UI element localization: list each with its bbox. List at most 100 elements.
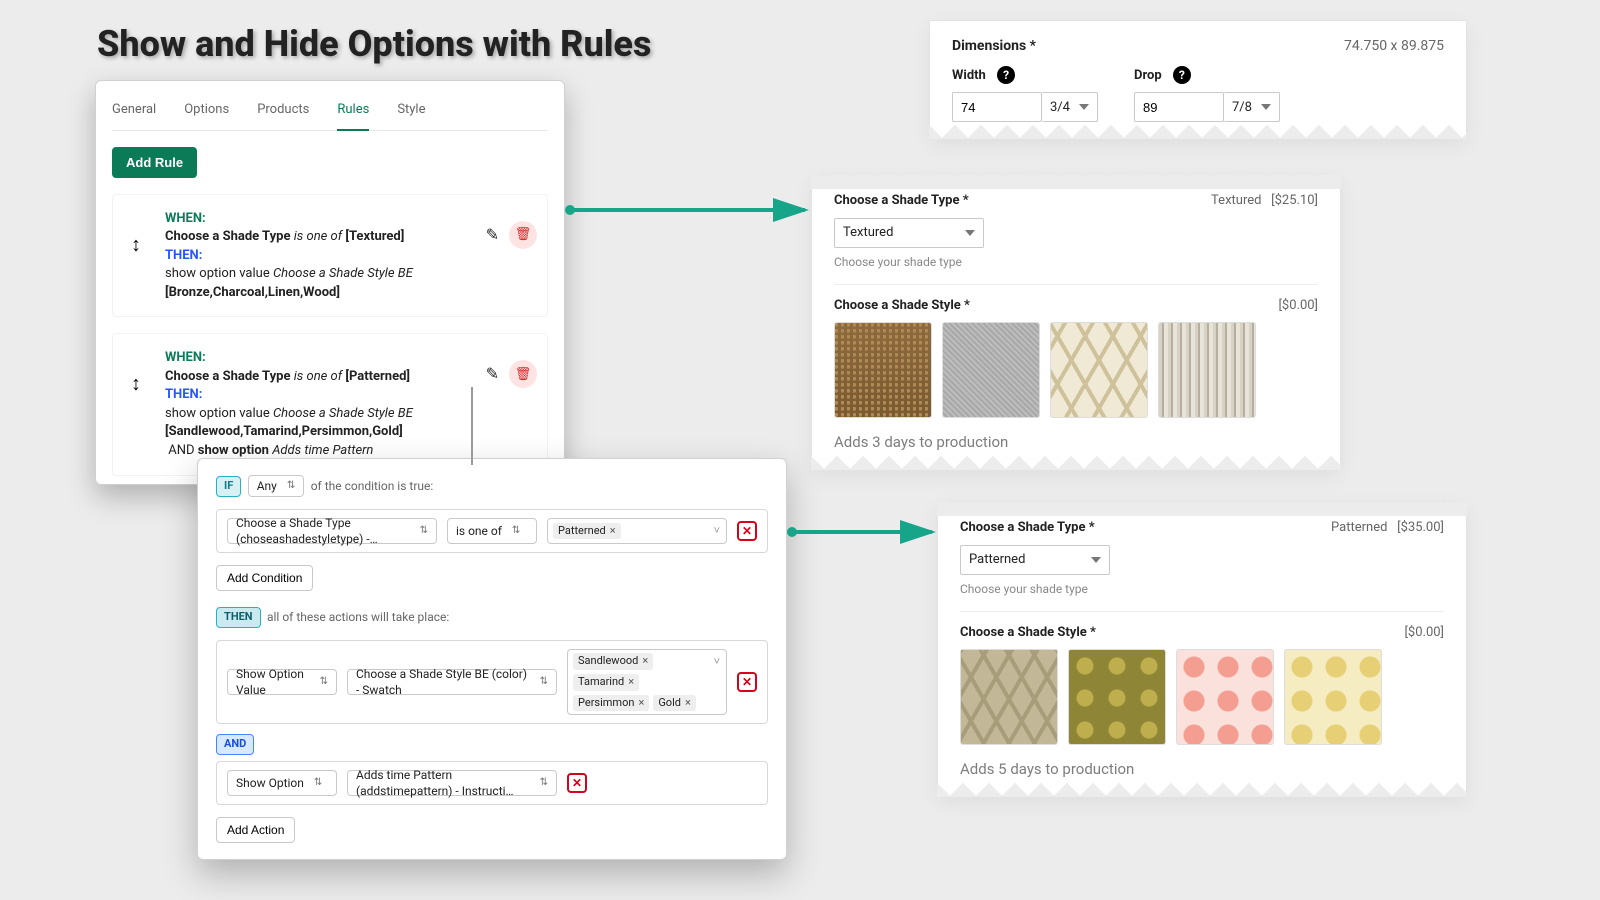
condition-value-tags[interactable]: Patterned× — [547, 518, 727, 544]
patterned-preview: Choose a Shade Type * Patterned [$35.00]… — [937, 502, 1467, 797]
tab-general[interactable]: General — [112, 97, 156, 130]
drop-fraction-select[interactable]: 7/8 — [1224, 92, 1280, 122]
then-label: THEN: — [165, 386, 535, 404]
dimensions-value: 74.750 x 89.875 — [1344, 37, 1444, 56]
textured-preview: Choose a Shade Type * Textured [$25.10] … — [811, 175, 1341, 470]
shade-type-summary: Patterned [$35.00] — [1331, 519, 1444, 537]
then-values: [Bronze,Charcoal,Linen,Wood] — [165, 284, 535, 302]
tab-rules[interactable]: Rules — [337, 97, 369, 131]
rule-editor-card: IF Any of the condition is true: Choose … — [197, 458, 787, 860]
help-icon[interactable]: ? — [997, 66, 1015, 84]
tag[interactable]: Patterned× — [553, 523, 621, 540]
shade-type-title: Choose a Shade Type * — [834, 192, 969, 210]
production-note: Adds 5 days to production — [960, 759, 1444, 779]
if-pill: IF — [216, 476, 241, 497]
delete-condition-icon[interactable]: ✕ — [737, 521, 757, 541]
style-price: [$0.00] — [1404, 624, 1444, 642]
swatch[interactable] — [1158, 322, 1256, 418]
swatch[interactable] — [1050, 322, 1148, 418]
swatch[interactable] — [960, 649, 1058, 745]
shade-style-title: Choose a Shade Style * — [834, 297, 970, 315]
arrow-icon — [565, 200, 815, 220]
dimensions-title: Dimensions * — [952, 37, 1036, 56]
tag[interactable]: Sandlewood× — [573, 653, 653, 670]
action-target-select[interactable]: Choose a Shade Style BE (color) - Swatch — [347, 669, 557, 695]
add-action-button[interactable]: Add Action — [216, 817, 295, 843]
if-mode-select[interactable]: Any — [248, 475, 305, 497]
condition-op-select[interactable]: is one of — [447, 518, 537, 544]
shade-type-select[interactable]: Patterned — [960, 545, 1110, 575]
action-target-select[interactable]: Adds time Pattern (addstimepattern) - In… — [347, 770, 557, 796]
then-text: show option value Choose a Shade Style B… — [165, 405, 535, 423]
tag-remove-icon[interactable]: × — [628, 675, 634, 690]
condition-row: Choose a Shade Type (choseashadestyletyp… — [216, 509, 768, 553]
rule-card: ↕ ✎ 🗑 WHEN: Choose a Shade Type is one o… — [112, 333, 548, 475]
then-pill: THEN — [216, 607, 261, 628]
then-label: THEN: — [165, 247, 535, 265]
width-label: Width — [952, 67, 986, 85]
then-help: all of these actions will take place: — [267, 610, 449, 624]
shade-type-title: Choose a Shade Type * — [960, 519, 1095, 537]
when-text: Choose a Shade Type is one of [Textured] — [165, 228, 535, 246]
tag-remove-icon[interactable]: × — [685, 696, 691, 711]
tab-products[interactable]: Products — [257, 97, 309, 130]
help-icon[interactable]: ? — [1173, 66, 1191, 84]
tag-remove-icon[interactable]: × — [610, 524, 616, 539]
tag[interactable]: Persimmon× — [573, 695, 649, 712]
edit-icon[interactable]: ✎ — [486, 224, 499, 246]
then-text: show option value Choose a Shade Style B… — [165, 265, 535, 283]
tab-style[interactable]: Style — [397, 97, 425, 130]
tag[interactable]: Gold× — [653, 695, 696, 712]
action-type-select[interactable]: Show Option — [227, 770, 337, 796]
rule-card: ↕ ✎ 🗑 WHEN: Choose a Shade Type is one o… — [112, 194, 548, 318]
swatch[interactable] — [1176, 649, 1274, 745]
action-row: Show Option Adds time Pattern (addstimep… — [216, 761, 768, 805]
shade-type-desc: Choose your shade type — [960, 581, 1444, 597]
rules-tabs: General Options Products Rules Style — [112, 97, 548, 131]
tag-remove-icon[interactable]: × — [642, 654, 648, 669]
drop-input[interactable] — [1134, 92, 1224, 122]
width-fraction-select[interactable]: 3/4 — [1042, 92, 1098, 122]
delete-icon[interactable]: 🗑 — [509, 360, 537, 388]
style-price: [$0.00] — [1278, 297, 1318, 315]
production-note: Adds 3 days to production — [834, 432, 1318, 452]
edit-icon[interactable]: ✎ — [486, 363, 499, 385]
tag-remove-icon[interactable]: × — [638, 696, 644, 711]
width-input[interactable] — [952, 92, 1042, 122]
page-title: Show and Hide Options with Rules — [97, 20, 651, 69]
action-values-tags[interactable]: Sandlewood× Tamarind× Persimmon× Gold× — [567, 649, 727, 716]
delete-action-icon[interactable]: ✕ — [567, 773, 587, 793]
shade-type-desc: Choose your shade type — [834, 254, 1318, 270]
swatch-list — [960, 649, 1444, 745]
and-pill: AND — [216, 734, 254, 755]
action-type-select[interactable]: Show Option Value — [227, 669, 337, 695]
swatch[interactable] — [1068, 649, 1166, 745]
add-rule-button[interactable]: Add Rule — [112, 147, 197, 178]
when-label: WHEN: — [165, 349, 535, 367]
swatch[interactable] — [1284, 649, 1382, 745]
rules-card: General Options Products Rules Style Add… — [95, 80, 565, 485]
dimensions-preview: Dimensions * 74.750 x 89.875 Width ? 3/4… — [929, 20, 1467, 139]
then-values: [Sandlewood,Tamarind,Persimmon,Gold] — [165, 423, 535, 441]
condition-field-select[interactable]: Choose a Shade Type (choseashadestyletyp… — [227, 518, 437, 544]
shade-style-title: Choose a Shade Style * — [960, 624, 1096, 642]
swatch[interactable] — [942, 322, 1040, 418]
drop-label: Drop — [1134, 67, 1162, 85]
if-help: of the condition is true: — [311, 479, 434, 493]
shade-type-summary: Textured [$25.10] — [1211, 192, 1318, 210]
arrow-icon — [787, 522, 942, 542]
delete-action-icon[interactable]: ✕ — [737, 672, 757, 692]
action-row: Show Option Value Choose a Shade Style B… — [216, 640, 768, 725]
delete-icon[interactable]: 🗑 — [509, 221, 537, 249]
drag-handle-icon[interactable]: ↕ — [131, 231, 141, 258]
shade-type-select[interactable]: Textured — [834, 218, 984, 248]
and-line: AND show option Adds time Pattern — [165, 442, 535, 460]
when-text: Choose a Shade Type is one of [Patterned… — [165, 368, 535, 386]
tab-options[interactable]: Options — [184, 97, 229, 130]
swatch[interactable] — [834, 322, 932, 418]
swatch-list — [834, 322, 1318, 418]
drag-handle-icon[interactable]: ↕ — [131, 370, 141, 397]
when-label: WHEN: — [165, 210, 535, 228]
tag[interactable]: Tamarind× — [573, 674, 639, 691]
add-condition-button[interactable]: Add Condition — [216, 565, 313, 591]
